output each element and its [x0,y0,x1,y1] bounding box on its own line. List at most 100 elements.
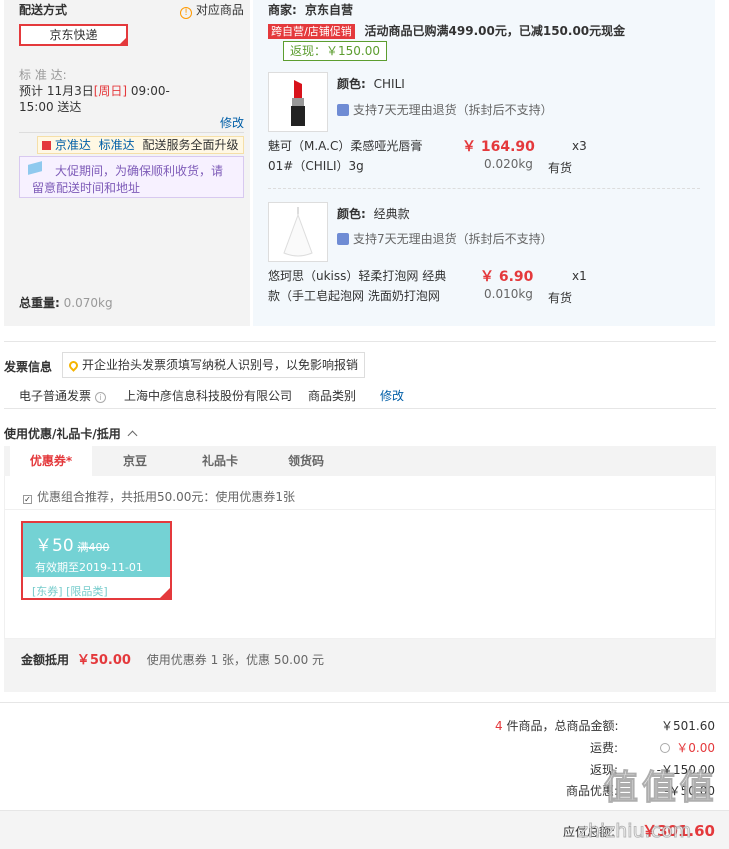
shipping-method-label: 京东快递 [49,28,98,42]
checkbox-checked[interactable]: ✓ [23,495,32,504]
product-image-foam-net[interactable] [268,202,328,262]
tab-gift-card[interactable]: 礼品卡 [202,446,238,476]
invoice-title: 发票信息 [4,360,53,374]
notice-line1: 大促期间，为确保顺利收货，请 [55,164,224,178]
shipping-method-option[interactable]: 京东快递 [19,24,128,46]
discount-tabs: 优惠券* 京豆 礼品卡 领货码 [4,446,716,476]
item-count-suffix: 件商品，总商品金额: [506,719,619,733]
info-icon[interactable] [660,743,671,753]
invoice-tip: 开企业抬头发票须填写纳税人识别号，以免影响报销 [62,352,366,378]
discount-summary-row: 金额抵用 ￥50.00 使用优惠券 1 张，优惠 50.00 元 [21,649,324,668]
upgrade-banner: 京准达 标准达 配送服务全面升级 [37,136,244,154]
section-divider [4,408,716,409]
tab-coupon[interactable]: 优惠券* [10,446,92,476]
selected-check-icon [160,588,170,598]
coupon-threshold: 满400 [77,541,110,554]
product-2-return-policy: 支持7天无理由退货（拆封后不支持） [337,230,553,247]
goods-amount: ￥501.60 [661,719,715,733]
total-weight: 总重量: 0.070kg [19,294,113,311]
summary-text: 使用优惠券 1 张，优惠 50.00 元 [146,653,325,667]
product-name-line2: 01#（CHILI）3g [268,159,364,173]
standard-delivery-label: 标 准 达: [19,68,67,82]
help-icon[interactable]: i [94,392,106,403]
invoice-category: 商品类别 [308,389,357,403]
corresponding-goods-label: 对应商品 [195,3,244,17]
return-badge-icon [337,233,349,245]
merchant-label: 商家: [268,3,297,17]
product-1-price: ￥ 164.90 [462,139,535,155]
shipping-divider [19,132,244,133]
selected-check-icon [118,36,128,46]
cashback-badge: 返现：￥150.00 [283,41,387,61]
product-divider [268,188,700,189]
color-label: 颜色: [337,77,366,91]
coupon-validity: 有效期至2019-11-01 [35,561,143,574]
shipping-fee-amount: ￥0.00 [676,741,715,755]
shipping-title: 配送方式 [19,3,68,17]
coupon-tags: [东券] [限品类] [32,585,108,598]
return-policy-text: 支持7天无理由退货（拆封后不支持） [353,232,553,246]
product-name-line1: 魅可（M.A.C）柔感哑光唇膏 [268,139,423,153]
product-name-line2: 款（手工皂起泡网 洗面奶打泡网 [268,289,440,303]
product-1-color: 颜色: CHILI [337,75,405,92]
return-badge-icon [337,104,349,116]
product-1-return-policy: 支持7天无理由退货（拆封后不支持） [337,101,553,118]
invoice-tip-text: 开企业抬头发票须填写纳税人识别号，以免影响报销 [82,358,359,372]
totals-divider [0,702,729,703]
watermark-url: zhizhiu.com [577,820,692,843]
promo-text: 活动商品已购满499.00元，已减150.00元现金 [364,24,626,38]
shipping-modify-link[interactable]: 修改 [220,114,244,131]
invoice-company: 上海中彦信息科技股份有限公司 [124,389,293,403]
summary-amount: ￥50.00 [76,653,131,668]
product-1-qty: x3 [572,139,587,153]
merchant-info: 商家: 京东自营 [268,1,353,18]
coupon-divider [4,509,716,510]
color-value: CHILI [373,77,405,91]
promo-row: 跨自营/店铺促销 活动商品已购满499.00元，已减150.00元现金 [268,22,625,39]
section-divider [4,341,716,342]
watermark-logo: 值 值 值 [604,768,715,809]
product-2-name[interactable]: 悠珂思（ukiss）轻柔打泡网 经典 款（手工皂起泡网 洗面奶打泡网 [268,267,446,304]
estimate-time: 09:00- [127,84,170,98]
foam-net-icon [283,207,313,257]
promo-notice: 大促期间，为确保顺利收货，请 留意配送时间和地址 [19,156,244,198]
lipstick-icon [291,80,305,126]
product-2-qty: x1 [572,269,587,283]
estimate-weekday: [周日] [93,84,128,98]
recommend-row[interactable]: ✓ 优惠组合推荐，共抵用50.00元：使用优惠券1张 [23,488,295,505]
color-value: 经典款 [373,207,410,221]
product-image-lipstick[interactable] [268,72,328,132]
item-count: 4 [495,719,503,733]
discount-title: 使用优惠/礼品卡/抵用 [4,427,121,441]
location-pin-icon [67,359,80,372]
product-2-color: 颜色: 经典款 [337,205,410,222]
invoice-modify-link[interactable]: 修改 [380,387,404,404]
promo-tag: 跨自营/店铺促销 [268,24,355,39]
notice-line2: 留意配送时间和地址 [32,181,141,195]
upgrade-text: 配送服务全面升级 [142,138,239,152]
product-1-weight: 0.020kg [484,157,533,171]
upgrade-standard: 标准达 [98,138,135,152]
discount-title-toggle[interactable]: 使用优惠/礼品卡/抵用 [4,425,138,442]
merchant-name: 京东自营 [305,3,354,17]
jd-logo-icon [42,141,51,150]
product-1-name[interactable]: 魅可（M.A.C）柔感哑光唇膏 01#（CHILI）3g [268,137,422,174]
tab-jd-beans[interactable]: 京豆 [123,446,147,476]
product-2-price: ￥ 6.90 [480,269,534,285]
coupon-card[interactable]: ￥50 满400 有效期至2019-11-01 [东券] [限品类] [21,521,172,600]
upgrade-brand: 京准达 [54,138,91,152]
coupon-amount: ￥50 [35,536,74,556]
shipping-fee-label: 运费: [590,741,619,755]
chevron-up-icon [127,430,138,441]
estimate-date: 预计 11月3日 [19,84,94,98]
product-2-stock: 有货 [548,291,573,305]
delivery-estimate-line2: 15:00 送达 [19,100,82,114]
delivery-estimate: 预计 11月3日[周日] 09:00- [19,82,170,99]
corresponding-goods-link[interactable]: ! 对应商品 [180,1,244,19]
product-name-line1: 悠珂思（ukiss）轻柔打泡网 经典 [268,269,447,283]
product-2-weight: 0.010kg [484,287,533,301]
total-goods-label: 4 件商品，总商品金额: [495,717,619,734]
total-weight-label: 总重量: [19,296,60,310]
recommend-text: 优惠组合推荐，共抵用50.00元：使用优惠券1张 [37,490,295,504]
tab-pickup-code[interactable]: 领货码 [288,446,324,476]
